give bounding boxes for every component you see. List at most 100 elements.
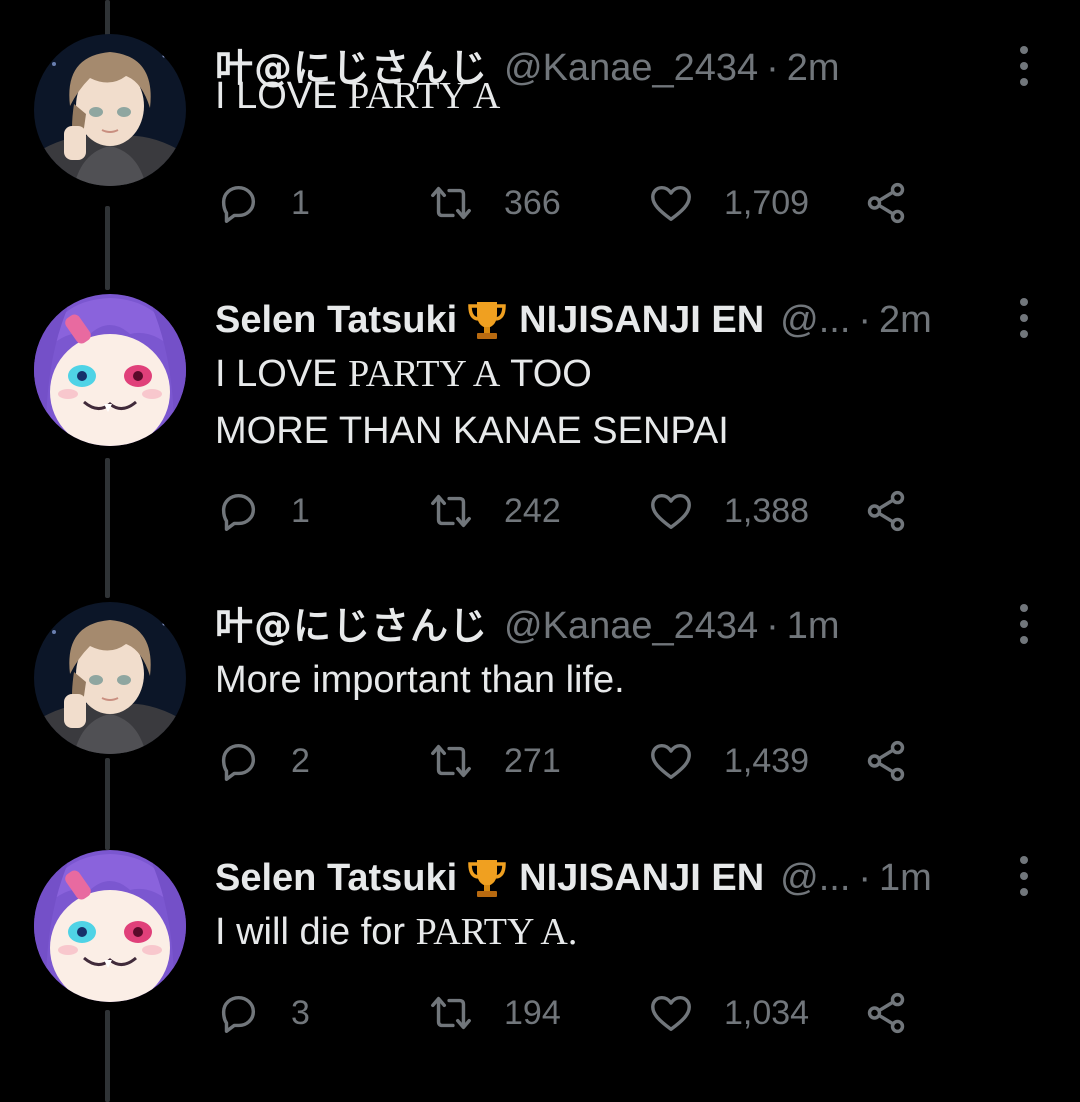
tweet-text-segment: PARTY A — [348, 75, 501, 117]
tweet-text-segment: I LOVE — [215, 75, 349, 117]
tweet-text-line: I LOVE PARTY A TOO — [215, 346, 729, 403]
retweet-count: 366 — [504, 183, 561, 222]
avatar[interactable] — [34, 294, 186, 446]
heart-icon — [648, 488, 724, 534]
separator-dot: · — [858, 857, 872, 899]
tweet-text: I LOVE PARTY A — [215, 68, 500, 125]
retweet-icon — [428, 738, 504, 784]
tweet-text-segment: I will die for — [215, 911, 416, 953]
tweet-text-line: MORE THAN KANAE SENPAI — [215, 403, 729, 460]
tweet-text: I will die for PARTY A. — [215, 904, 577, 961]
tweet-text: I LOVE PARTY A TOO MORE THAN KANAE SENPAI — [215, 346, 729, 460]
tweet-actions: 2 271 1,439 — [215, 736, 935, 786]
like-button[interactable]: 1,439 — [648, 736, 809, 786]
retweet-count: 194 — [504, 993, 561, 1032]
share-button[interactable] — [863, 736, 939, 786]
separator-dot: · — [766, 47, 779, 89]
tweet-actions: 1 366 1,709 — [215, 178, 935, 228]
reply-button[interactable]: 2 — [215, 736, 310, 786]
avatar[interactable] — [34, 602, 186, 754]
tweet-text-segment: . — [567, 911, 578, 953]
retweet-icon — [428, 488, 504, 534]
tweet-text-line: I will die for PARTY A. — [215, 904, 577, 961]
heart-icon — [648, 738, 724, 784]
tweet-header: 叶@にじさんじ @Kanae_2434 · 1m — [215, 600, 840, 652]
thread-line — [105, 458, 110, 598]
thread-line — [105, 1010, 110, 1102]
reply-count: 1 — [291, 491, 310, 530]
like-count: 1,439 — [724, 741, 810, 780]
share-icon — [863, 180, 939, 226]
user-handle[interactable]: @Kanae_2434 — [504, 600, 758, 652]
trophy-icon — [467, 298, 507, 342]
reply-count: 1 — [291, 183, 310, 222]
separator-dot: · — [766, 605, 779, 647]
display-name[interactable]: 叶@にじさんじ — [215, 600, 488, 652]
reply-icon — [215, 738, 291, 784]
share-button[interactable] — [863, 988, 939, 1038]
reply-button[interactable]: 1 — [215, 486, 310, 536]
thread-line — [105, 206, 110, 290]
retweet-count: 271 — [504, 741, 561, 780]
tweet-text-segment: TOO — [500, 353, 592, 395]
share-button[interactable] — [863, 486, 939, 536]
reply-button[interactable]: 1 — [215, 178, 310, 228]
tweet-text-segment: I LOVE — [215, 353, 349, 395]
like-button[interactable]: 1,388 — [648, 486, 809, 536]
tweet-text-segment: More important than life. — [215, 659, 625, 701]
retweet-count: 242 — [504, 491, 561, 530]
display-name[interactable]: Selen Tatsuki — [215, 294, 457, 346]
tweet-text-segment: PARTY A — [348, 353, 501, 395]
user-handle[interactable]: @... — [780, 852, 850, 904]
tweet-actions: 3 194 1,034 — [215, 988, 935, 1038]
more-icon[interactable] — [1012, 604, 1036, 644]
timestamp[interactable]: 1m — [879, 852, 932, 904]
share-button[interactable] — [863, 178, 939, 228]
timestamp[interactable]: 2m — [879, 294, 932, 346]
reply-count: 3 — [291, 993, 310, 1032]
display-name-org[interactable]: NIJISANJI EN — [519, 852, 764, 904]
display-name-org[interactable]: NIJISANJI EN — [519, 294, 764, 346]
user-handle[interactable]: @Kanae_2434 — [504, 42, 758, 94]
tweet-header: Selen Tatsuki NIJISANJI EN @... · 1m — [215, 852, 932, 904]
user-handle[interactable]: @... — [780, 294, 850, 346]
share-icon — [863, 738, 939, 784]
more-icon[interactable] — [1012, 298, 1036, 338]
retweet-button[interactable]: 271 — [428, 736, 561, 786]
like-button[interactable]: 1,034 — [648, 988, 809, 1038]
retweet-button[interactable]: 242 — [428, 486, 561, 536]
more-icon[interactable] — [1012, 46, 1036, 86]
tweet-text-line: I LOVE PARTY A — [215, 68, 500, 125]
like-count: 1,388 — [724, 491, 810, 530]
share-icon — [863, 990, 939, 1036]
tweet-text-segment: MORE THAN KANAE SENPAI — [215, 410, 729, 452]
timestamp[interactable]: 1m — [787, 600, 840, 652]
retweet-button[interactable]: 366 — [428, 178, 561, 228]
tweet-text-line: More important than life. — [215, 652, 625, 709]
like-button[interactable]: 1,709 — [648, 178, 809, 228]
retweet-icon — [428, 180, 504, 226]
reply-icon — [215, 180, 291, 226]
tweet-text: More important than life. — [215, 652, 625, 709]
avatar[interactable] — [34, 850, 186, 1002]
heart-icon — [648, 180, 724, 226]
separator-dot: · — [858, 299, 872, 341]
thread-line — [105, 758, 110, 850]
reply-button[interactable]: 3 — [215, 988, 310, 1038]
tweet-text-segment: PARTY A — [415, 911, 568, 953]
heart-icon — [648, 990, 724, 1036]
like-count: 1,709 — [724, 183, 810, 222]
share-icon — [863, 488, 939, 534]
tweet-header: Selen Tatsuki NIJISANJI EN @... · 2m — [215, 294, 932, 346]
trophy-icon — [467, 856, 507, 900]
timestamp[interactable]: 2m — [787, 42, 840, 94]
tweet-actions: 1 242 1,388 — [215, 486, 935, 536]
more-icon[interactable] — [1012, 856, 1036, 896]
reply-icon — [215, 990, 291, 1036]
retweet-icon — [428, 990, 504, 1036]
display-name[interactable]: Selen Tatsuki — [215, 852, 457, 904]
retweet-button[interactable]: 194 — [428, 988, 561, 1038]
avatar[interactable] — [34, 34, 186, 186]
reply-icon — [215, 488, 291, 534]
like-count: 1,034 — [724, 993, 810, 1032]
